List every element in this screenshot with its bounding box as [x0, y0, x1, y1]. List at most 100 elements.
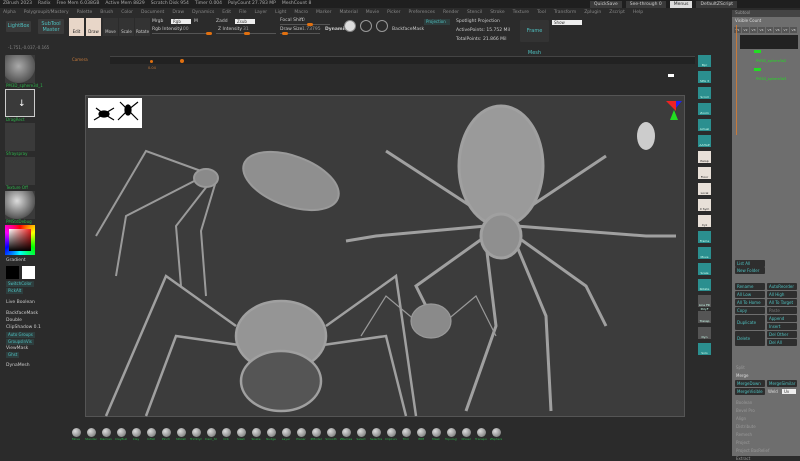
- all-low-button[interactable]: All Low: [735, 291, 765, 298]
- move-button[interactable]: Move: [103, 18, 118, 36]
- delete-button[interactable]: Delete: [735, 331, 765, 346]
- section-boolean[interactable]: Boolean: [736, 400, 752, 405]
- lazy-mouse-icon[interactable]: [344, 20, 356, 32]
- m-toggle[interactable]: M: [194, 19, 198, 24]
- live-boolean-toggle[interactable]: Live Boolean: [6, 300, 64, 305]
- brush-transpose[interactable]: Transpose: [475, 428, 487, 448]
- groups-split-button[interactable]: GroupsInVis: [6, 339, 34, 345]
- menus-button[interactable]: Menus: [669, 1, 693, 8]
- shelf-zoom-button[interactable]: Zoom: [698, 103, 711, 115]
- shelf-line-fill-polyf-button[interactable]: Line Fill PolyF: [698, 295, 711, 311]
- sculptris-s-icon[interactable]: [360, 20, 372, 32]
- spider-models[interactable]: [86, 96, 686, 418]
- insert-button[interactable]: Insert: [767, 323, 797, 330]
- brush-zremesh[interactable]: ZRemesh: [340, 428, 352, 448]
- menu-movie[interactable]: Movie: [366, 9, 379, 17]
- split-section[interactable]: Split: [736, 365, 745, 370]
- brush-slash[interactable]: Slash: [235, 428, 247, 448]
- frame-mesh-button[interactable]: Frame Mesh: [520, 20, 549, 56]
- uv-toggle[interactable]: Uv: [782, 389, 796, 394]
- menu-material[interactable]: Material: [340, 9, 358, 17]
- ghost-button[interactable]: Ghst: [6, 352, 20, 358]
- draw-button[interactable]: Draw: [86, 18, 101, 36]
- menu-color[interactable]: Color: [121, 9, 133, 17]
- orientation-gizmo[interactable]: [666, 101, 682, 120]
- visibility-tab-v4[interactable]: V4: [758, 27, 765, 33]
- matcap-thumb[interactable]: [5, 191, 35, 219]
- timeline-key[interactable]: [150, 60, 153, 63]
- merge-down-button[interactable]: MergeDown: [735, 380, 765, 387]
- section-project[interactable]: Project: [736, 440, 750, 445]
- shelf-xyz-button[interactable]: Xyz: [698, 215, 711, 227]
- timeline-handle[interactable]: [668, 74, 674, 77]
- menu-palette[interactable]: Palette: [77, 9, 93, 17]
- brush-clay[interactable]: Clay: [130, 428, 142, 448]
- brush-planar[interactable]: Planar: [295, 428, 307, 448]
- zadd-toggle[interactable]: Zadd: [216, 19, 228, 24]
- shelf-spix-3-button[interactable]: SPix 3: [698, 71, 711, 83]
- visibility-tab-v2[interactable]: V2: [742, 27, 749, 33]
- merge-section[interactable]: Merge: [736, 373, 749, 378]
- all-high-button[interactable]: All High: [767, 291, 797, 298]
- shelf-scroll-button[interactable]: Scroll: [698, 87, 711, 99]
- shelf-solo-button[interactable]: Solo: [698, 343, 711, 355]
- merge-similar-button[interactable]: MergeSimilar: [767, 380, 797, 387]
- menu-edit[interactable]: Edit: [222, 9, 231, 17]
- zsub-toggle[interactable]: Zsub: [235, 19, 255, 24]
- brush-select[interactable]: Select: [355, 428, 367, 448]
- subtool-scrollbar[interactable]: [736, 25, 737, 135]
- visibility-tab-v3[interactable]: V3: [750, 27, 757, 33]
- visibility-tab-v7[interactable]: V7: [782, 27, 789, 33]
- section-distribute[interactable]: Distribute: [736, 424, 756, 429]
- lightbox-button[interactable]: LightBox: [6, 21, 31, 32]
- del-other-button[interactable]: Del Other: [767, 331, 797, 338]
- subtool-item[interactable]: PM3D_sphere3d2: [742, 50, 798, 68]
- subtool-master-button[interactable]: SubTool Master: [38, 19, 64, 34]
- menu-zscript[interactable]: Zscript: [609, 9, 625, 17]
- menu-macro[interactable]: Macro: [294, 9, 308, 17]
- menu-stroke[interactable]: Stroke: [490, 9, 504, 17]
- section-bevel-pro[interactable]: Bevel Pro: [736, 408, 755, 413]
- z-intensity-slider[interactable]: [216, 32, 276, 35]
- rgb-toggle[interactable]: Rgb: [171, 19, 191, 24]
- visibility-tab-v6[interactable]: V6: [774, 27, 781, 33]
- dynamesh-d-icon[interactable]: [376, 20, 388, 32]
- brush-zsphere[interactable]: ZSphere: [490, 428, 502, 448]
- copy-button[interactable]: Copy: [735, 307, 765, 314]
- pick-alt-button[interactable]: PickAlt: [6, 288, 24, 294]
- texture-thumb[interactable]: [5, 157, 35, 185]
- merge-visible-button[interactable]: MergeVisible: [735, 388, 765, 395]
- focal-shift-slider[interactable]: [280, 23, 330, 26]
- menu-draw[interactable]: Draw: [172, 9, 184, 17]
- brush-layer[interactable]: Layer: [280, 428, 292, 448]
- menu-layer[interactable]: Layer: [255, 9, 268, 17]
- section-project-basrelief[interactable]: Project BasRelief: [736, 448, 769, 453]
- menu-tool[interactable]: Tool: [537, 9, 546, 17]
- menu-transform[interactable]: Transform: [554, 9, 576, 17]
- timeline-key[interactable]: [180, 59, 184, 63]
- default-zscript-button[interactable]: DefaultZScript: [696, 1, 738, 8]
- append-button[interactable]: Append: [767, 315, 797, 322]
- brush-orb[interactable]: Orb: [220, 428, 232, 448]
- menu-polygroupitmastery[interactable]: Polygroupit/Mastery: [24, 9, 69, 17]
- menu-picker[interactable]: Picker: [387, 9, 400, 17]
- menu-texture[interactable]: Texture: [513, 9, 529, 17]
- menu-document[interactable]: Document: [141, 9, 164, 17]
- brush-imm[interactable]: IMM: [415, 428, 427, 448]
- rgb-intensity-slider[interactable]: [152, 32, 212, 35]
- del-all-button[interactable]: Del All: [767, 339, 797, 346]
- shelf-persp-button[interactable]: Persp: [698, 151, 711, 163]
- auto-groups-button[interactable]: Auto Groups: [6, 332, 35, 338]
- section-align[interactable]: Align: [736, 416, 746, 421]
- shelf-bpr-button[interactable]: Bpr: [698, 55, 711, 67]
- shelf-scale-button[interactable]: Scale: [698, 263, 711, 275]
- brush-zmodel[interactable]: ZModel: [310, 428, 322, 448]
- all-to-home-button[interactable]: All To Home: [735, 299, 765, 306]
- backface-mask-toggle[interactable]: BackfaceMask: [392, 27, 424, 32]
- list-all-button[interactable]: List All: [735, 260, 765, 267]
- alpha-thumb[interactable]: [5, 123, 35, 151]
- brush-trim[interactable]: Trim: [400, 428, 412, 448]
- shelf-aahalf-button[interactable]: AAHalf: [698, 135, 711, 147]
- brush-move[interactable]: Move: [70, 428, 82, 448]
- shelf-dyn-button[interactable]: Dyn: [698, 327, 711, 339]
